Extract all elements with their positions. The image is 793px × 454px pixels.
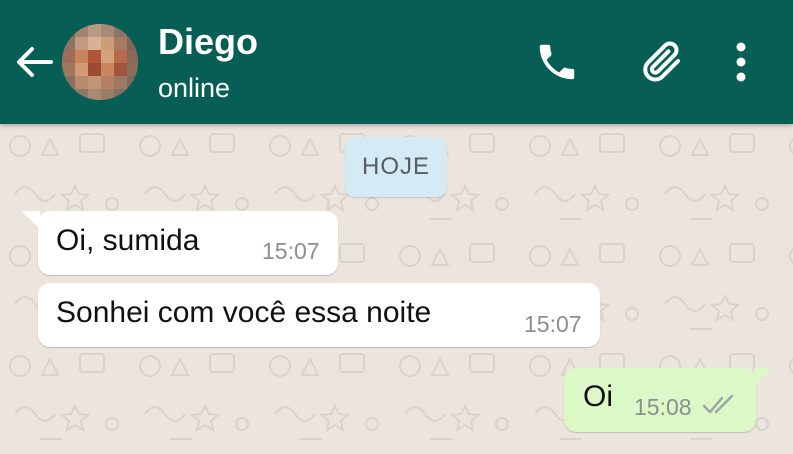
message-text: Sonhei com você essa noite xyxy=(56,296,432,329)
message-time: 15:08 xyxy=(634,394,692,420)
chat-header: Diego online xyxy=(0,0,793,124)
attach-button[interactable] xyxy=(634,38,690,86)
contact-name[interactable]: Diego xyxy=(158,20,258,64)
double-check-icon xyxy=(702,394,734,414)
message-time: 15:07 xyxy=(524,311,582,337)
chat-screen: Diego online HOJE Oi, sumida 15:07 Sonhe… xyxy=(0,0,793,454)
message-bubble-incoming[interactable]: Oi, sumida 15:07 xyxy=(22,211,338,275)
paperclip-icon xyxy=(643,41,680,82)
message-text: Oi, sumida xyxy=(56,224,200,257)
more-options-button[interactable] xyxy=(722,38,760,86)
more-vertical-icon xyxy=(736,42,746,82)
message-bubble-incoming[interactable]: Sonhei com você essa noite 15:07 xyxy=(38,283,600,347)
phone-icon xyxy=(539,44,575,80)
contact-status: online xyxy=(158,73,231,103)
bubble-tail xyxy=(22,211,40,229)
arrow-left-icon xyxy=(17,47,53,77)
back-button[interactable] xyxy=(14,44,54,80)
call-button[interactable] xyxy=(530,38,584,86)
message-text: Oi xyxy=(583,380,613,413)
bubble-tail xyxy=(754,368,772,386)
message-bubble-outgoing[interactable]: Oi 15:08 xyxy=(564,368,772,432)
message-time: 15:07 xyxy=(262,238,320,264)
date-divider: HOJE xyxy=(345,137,447,197)
avatar[interactable] xyxy=(62,24,138,100)
